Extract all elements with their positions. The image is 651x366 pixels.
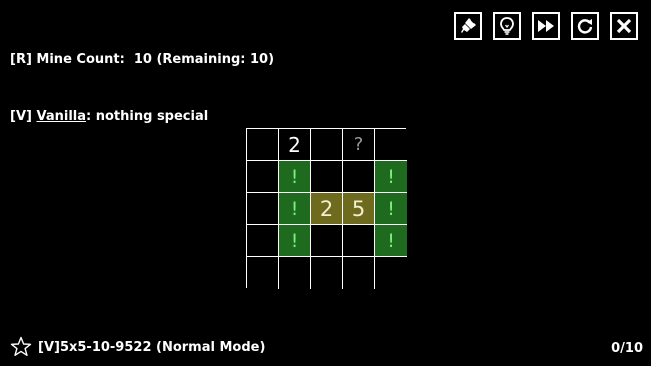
hint-button[interactable] (493, 12, 521, 40)
board-cell[interactable] (311, 257, 343, 289)
close-button[interactable] (610, 12, 638, 40)
restart-button[interactable] (571, 12, 599, 40)
rule-description: [V] Vanilla: nothing special (10, 107, 274, 126)
rule-suffix: : nothing special (86, 109, 209, 124)
refresh-icon (577, 19, 593, 34)
brush-icon (461, 18, 476, 33)
board-cell-flag[interactable]: ! (375, 193, 407, 225)
board-cell[interactable] (247, 193, 279, 225)
rule-info: [R] Mine Count: 10 (Remaining: 10) [V] V… (10, 12, 274, 145)
board-cell[interactable] (247, 257, 279, 289)
fast-forward-icon (538, 20, 554, 32)
board-cell[interactable] (375, 257, 407, 289)
board-cell-flag[interactable]: ! (375, 161, 407, 193)
board-cell[interactable] (247, 225, 279, 257)
game-board: 2 ? ! ! ! 2 5 ! ! ! (246, 128, 407, 289)
board-cell-flag[interactable]: ! (375, 225, 407, 257)
board-cell[interactable] (343, 161, 375, 193)
board-cell[interactable] (343, 225, 375, 257)
puzzle-info: [V]5x5-10-9522 (Normal Mode) (10, 336, 265, 358)
rule-prefix: [V] (10, 109, 37, 124)
board-cell[interactable] (247, 129, 279, 161)
board-cell[interactable] (279, 257, 311, 289)
board-cell[interactable] (311, 161, 343, 193)
board-cell-flag[interactable]: ! (279, 161, 311, 193)
board-cell-number-highlighted[interactable]: 5 (343, 193, 375, 225)
puzzle-id-label: [V]5x5-10-9522 (Normal Mode) (38, 339, 266, 355)
board-cell[interactable] (311, 129, 343, 161)
skip-button[interactable] (532, 12, 560, 40)
close-icon (616, 18, 632, 34)
board-cell[interactable] (247, 161, 279, 193)
toolbar (454, 12, 638, 40)
board-cell-flag[interactable]: ! (279, 193, 311, 225)
board-cell-number[interactable]: 2 (279, 129, 311, 161)
board-cell[interactable] (311, 225, 343, 257)
board-cell-number-highlighted[interactable]: 2 (311, 193, 343, 225)
board-cell[interactable] (375, 129, 407, 161)
brush-button[interactable] (454, 12, 482, 40)
star-icon[interactable] (10, 336, 32, 358)
vanilla-rule-link[interactable]: Vanilla (36, 109, 86, 124)
board-cell-unknown[interactable]: ? (343, 129, 375, 161)
progress-counter: 0/10 (611, 341, 643, 356)
board-cell[interactable] (343, 257, 375, 289)
board-cell-flag[interactable]: ! (279, 225, 311, 257)
lightbulb-icon (500, 17, 514, 35)
mine-count-text: [R] Mine Count: 10 (Remaining: 10) (10, 52, 275, 67)
